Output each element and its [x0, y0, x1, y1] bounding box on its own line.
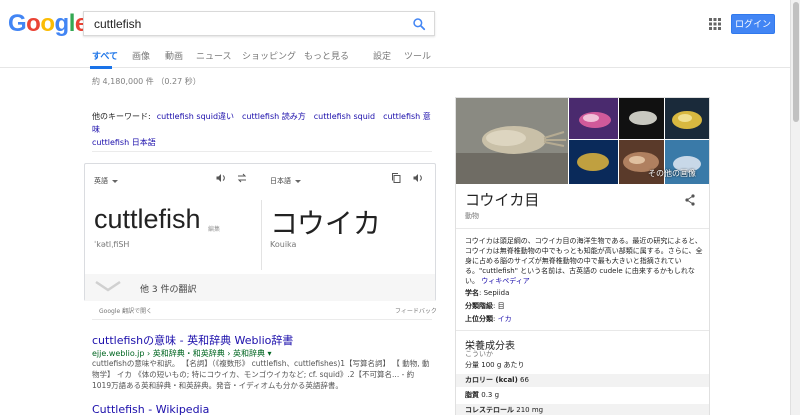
- caret-down-icon: [112, 179, 118, 183]
- more-translations-toggle[interactable]: 他 3 件の翻訳: [85, 274, 435, 301]
- result-title-link[interactable]: Cuttlefish - Wikipedia: [92, 403, 209, 415]
- tab-more[interactable]: もっと見る: [304, 49, 349, 62]
- divider: [261, 200, 262, 270]
- nutrition-key: カロリー (kcal): [465, 376, 518, 384]
- caret-down-icon: [295, 179, 301, 183]
- tab-settings[interactable]: 設定: [373, 49, 391, 62]
- related-keyword-link[interactable]: cuttlefish 日本語: [92, 138, 156, 147]
- divider: [92, 151, 432, 152]
- nutrition-value: 0.3 g: [481, 391, 500, 399]
- tab-videos[interactable]: 動画: [165, 49, 183, 62]
- nutrition-key: 分量: [465, 361, 479, 369]
- result-snippet: cuttlefishの意味や和訳。 【名詞】（《複数形》 cuttlefish、…: [92, 359, 430, 390]
- page: Google ログイン すべて 画像 動画 ニュース ショッ: [0, 0, 800, 415]
- result-title-link[interactable]: cuttlefishの意味 - 英和辞典 Weblio辞書: [92, 332, 293, 348]
- source-language-select[interactable]: 英語: [94, 176, 118, 186]
- translated-word: コウイカ: [270, 207, 381, 240]
- nutrition-value: 100 g あたり: [481, 361, 525, 369]
- login-button[interactable]: ログイン: [731, 14, 775, 34]
- knowledge-panel: その他の画像 コウイカ目 動物 コウイカは頭足綱の、コウイカ目の海洋生物である。…: [455, 97, 710, 415]
- translate-card: 英語 日本語 cuttlefish 編集 ˈkətlˌfiSH コウイカ Kou…: [84, 163, 436, 301]
- nutrition-subtitle: こういか: [465, 350, 493, 358]
- source-word[interactable]: cuttlefish: [94, 204, 201, 235]
- cuttlefish-image[interactable]: [665, 98, 709, 139]
- panel-title: コウイカ目: [465, 191, 540, 209]
- fact-value-link[interactable]: イカ: [498, 315, 512, 323]
- nutrition-row: コレステロール 210 mg: [456, 404, 709, 415]
- swap-languages-icon[interactable]: [236, 172, 248, 184]
- nutrition-row: カロリー (kcal) 66: [456, 374, 709, 387]
- feedback-link[interactable]: フィードバック: [395, 306, 437, 315]
- logo-letter: G: [8, 10, 27, 37]
- tab-tools[interactable]: ツール: [404, 49, 431, 62]
- romanization-text: Kouika: [270, 240, 297, 249]
- edit-link[interactable]: 編集: [208, 224, 220, 233]
- header: Google ログイン すべて 画像 動画 ニュース ショッ: [0, 0, 790, 69]
- related-keywords: 他のキーワード: cuttlefish squid違い cuttlefish 読み方…: [92, 110, 432, 149]
- cuttlefish-image-main[interactable]: [456, 98, 568, 184]
- chevron-down-icon: [95, 280, 121, 292]
- nutrition-key: 脂質: [465, 391, 479, 399]
- logo-letter: o: [40, 10, 55, 37]
- phonetic-text: ˈkətlˌfiSH: [94, 240, 130, 249]
- logo-letter: o: [26, 10, 41, 37]
- open-in-translate-link[interactable]: Google 翻訳で開く: [99, 306, 152, 315]
- tab-news[interactable]: ニュース: [196, 49, 232, 62]
- fact-key: 学名: [465, 289, 479, 297]
- search-input[interactable]: [84, 12, 394, 35]
- tab-active-indicator: [90, 66, 112, 69]
- tab-all[interactable]: すべて: [90, 49, 119, 69]
- fact-key: 分類階級: [465, 302, 493, 310]
- wikipedia-link[interactable]: ウィキペディア: [481, 277, 530, 285]
- tab-label: すべて: [92, 52, 119, 62]
- speaker-icon[interactable]: [215, 172, 227, 184]
- target-language-select[interactable]: 日本語: [270, 176, 301, 186]
- search-box: [83, 11, 435, 36]
- cuttlefish-image[interactable]: [569, 140, 618, 184]
- more-translations-label: 他 3 件の翻訳: [140, 285, 197, 295]
- fact-key: 上位分類: [465, 315, 493, 323]
- fact-value: Sepiida: [483, 289, 510, 297]
- image-strip[interactable]: その他の画像: [456, 98, 709, 184]
- cuttlefish-image[interactable]: [619, 98, 664, 139]
- nutrition-value: 66: [520, 376, 529, 384]
- related-keywords-label: 他のキーワード:: [92, 112, 151, 121]
- apps-grid-icon[interactable]: [709, 18, 721, 30]
- share-icon[interactable]: [685, 194, 695, 206]
- speaker-icon[interactable]: [412, 172, 424, 184]
- fact-row: 学名: Sepiida: [465, 289, 510, 297]
- divider: [456, 330, 709, 331]
- divider: [456, 228, 709, 229]
- panel-subtitle: 動物: [465, 212, 479, 220]
- copy-icon[interactable]: [390, 172, 402, 184]
- related-keyword-link[interactable]: cuttlefish squid違い: [157, 112, 234, 121]
- fact-row: 分類階級: 目: [465, 302, 505, 310]
- result-stats: 約 4,180,000 件 （0.27 秒）: [92, 77, 201, 86]
- cuttlefish-image[interactable]: [569, 98, 618, 139]
- tab-images[interactable]: 画像: [132, 49, 150, 62]
- target-language-label: 日本語: [270, 177, 291, 185]
- fact-row: 上位分類: イカ: [465, 315, 512, 323]
- panel-description: コウイカは頭足綱の、コウイカ目の海洋生物である。最近の研究によると、コウイカは無…: [465, 236, 703, 286]
- fact-value: 目: [497, 302, 505, 310]
- nutrition-row: 脂質 0.3 g: [456, 389, 709, 402]
- related-keyword-link[interactable]: cuttlefish squid: [314, 112, 375, 121]
- source-language-label: 英語: [94, 177, 108, 185]
- scrollbar-thumb[interactable]: [793, 2, 799, 122]
- scrollbar[interactable]: [790, 0, 800, 415]
- nutrition-key: コレステロール: [465, 406, 514, 414]
- search-icon[interactable]: [412, 17, 426, 31]
- google-logo[interactable]: Google: [8, 10, 88, 38]
- related-keyword-link[interactable]: cuttlefish 読み方: [242, 112, 306, 121]
- divider: [92, 319, 432, 320]
- more-images-link[interactable]: その他の画像: [648, 168, 696, 179]
- nutrition-value: 210 mg: [516, 406, 544, 414]
- nutrition-row: 分量 100 g あたり: [456, 359, 709, 372]
- tab-shopping[interactable]: ショッピング: [242, 49, 296, 62]
- logo-letter: g: [54, 10, 70, 37]
